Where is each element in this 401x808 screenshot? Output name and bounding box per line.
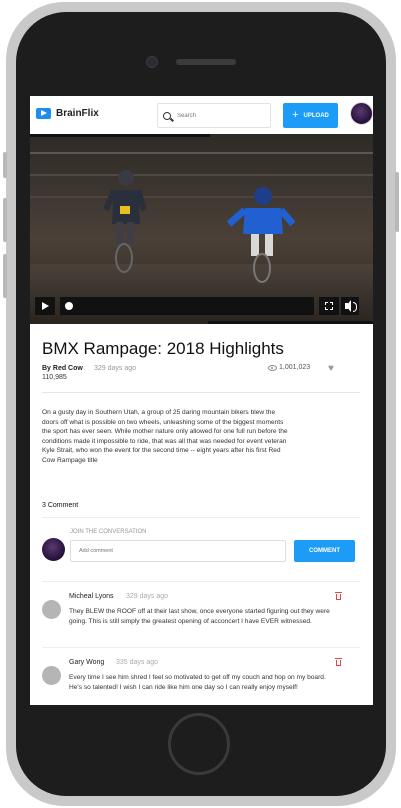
- commenter-name: Gary Wong: [69, 659, 105, 666]
- view-count: 1,001,023: [268, 364, 310, 371]
- channel-name[interactable]: By Red Cow: [42, 365, 83, 372]
- progress-knob[interactable]: [65, 302, 73, 310]
- comment-count: 3 Comment: [42, 502, 79, 509]
- video-player[interactable]: [30, 134, 373, 324]
- brand-logo[interactable]: BrainFlix: [36, 108, 99, 119]
- play-button[interactable]: [35, 297, 55, 315]
- divider: [42, 647, 360, 648]
- video-age: 329 days ago: [94, 365, 137, 372]
- front-camera: [146, 56, 158, 68]
- eye-icon: [268, 364, 277, 371]
- volume-down-button: [3, 254, 7, 298]
- divider: [42, 392, 360, 393]
- search-icon: [163, 111, 171, 120]
- power-button: [395, 172, 399, 232]
- comment-age: 335 days ago: [116, 659, 159, 666]
- delete-comment-icon[interactable]: [335, 592, 342, 600]
- video-top-bar: [30, 134, 210, 137]
- video-bottom-bar: [208, 321, 373, 324]
- play-logo-icon: [36, 108, 51, 119]
- video-title: BMX Rampage: 2018 Highlights: [42, 339, 284, 358]
- comment-text: Every time I see him shred I feel so mot…: [69, 674, 326, 691]
- join-conversation-label: JOIN THE CONVERSATION: [70, 529, 147, 535]
- plus-icon: +: [292, 109, 299, 121]
- user-avatar[interactable]: [350, 102, 373, 125]
- views-value: 1,001,023: [279, 364, 311, 371]
- divider: [42, 581, 360, 582]
- earpiece-speaker: [176, 59, 236, 65]
- video-scenery: [30, 152, 373, 154]
- app-screen: BrainFlix + UPLOAD: [30, 96, 373, 705]
- current-user-avatar: [42, 538, 65, 561]
- subscriber-count: 110,985: [42, 374, 67, 381]
- commenter-name: Micheal Lyons: [69, 593, 114, 600]
- search-input[interactable]: [177, 112, 257, 119]
- comment-age: 329 days ago: [126, 593, 169, 600]
- comment-text: They BLEW the ROOF off at their last sho…: [69, 608, 330, 625]
- volume-icon: [345, 300, 357, 312]
- commenter-avatar: [42, 666, 61, 685]
- volume-up-button: [3, 198, 7, 242]
- bmx-rider-left: [103, 170, 146, 273]
- volume-button[interactable]: [341, 297, 359, 315]
- video-progress-bar[interactable]: [60, 297, 314, 315]
- heart-icon[interactable]: ♥: [328, 364, 334, 374]
- delete-comment-icon[interactable]: [335, 658, 342, 666]
- upload-label: UPLOAD: [303, 112, 329, 119]
- comment-input[interactable]: [70, 540, 286, 562]
- fullscreen-button[interactable]: [319, 297, 339, 315]
- search-box[interactable]: [157, 103, 271, 128]
- play-icon: [41, 302, 49, 310]
- commenter-avatar: [42, 600, 61, 619]
- video-scenery: [30, 196, 373, 198]
- fullscreen-icon: [324, 301, 334, 311]
- upload-button[interactable]: + UPLOAD: [283, 103, 338, 128]
- mute-switch: [3, 152, 7, 178]
- logo-text: BrainFlix: [56, 108, 99, 119]
- divider: [42, 517, 360, 518]
- video-controls: [35, 297, 368, 315]
- video-scenery: [30, 264, 373, 324]
- app-header: BrainFlix + UPLOAD: [30, 96, 373, 134]
- video-scenery: [30, 174, 373, 176]
- home-button: [168, 713, 230, 775]
- bmx-rider-right: [226, 187, 295, 283]
- comment-submit-button[interactable]: COMMENT: [294, 540, 355, 562]
- video-description: On a gusty day in Southern Utah, a group…: [42, 409, 288, 464]
